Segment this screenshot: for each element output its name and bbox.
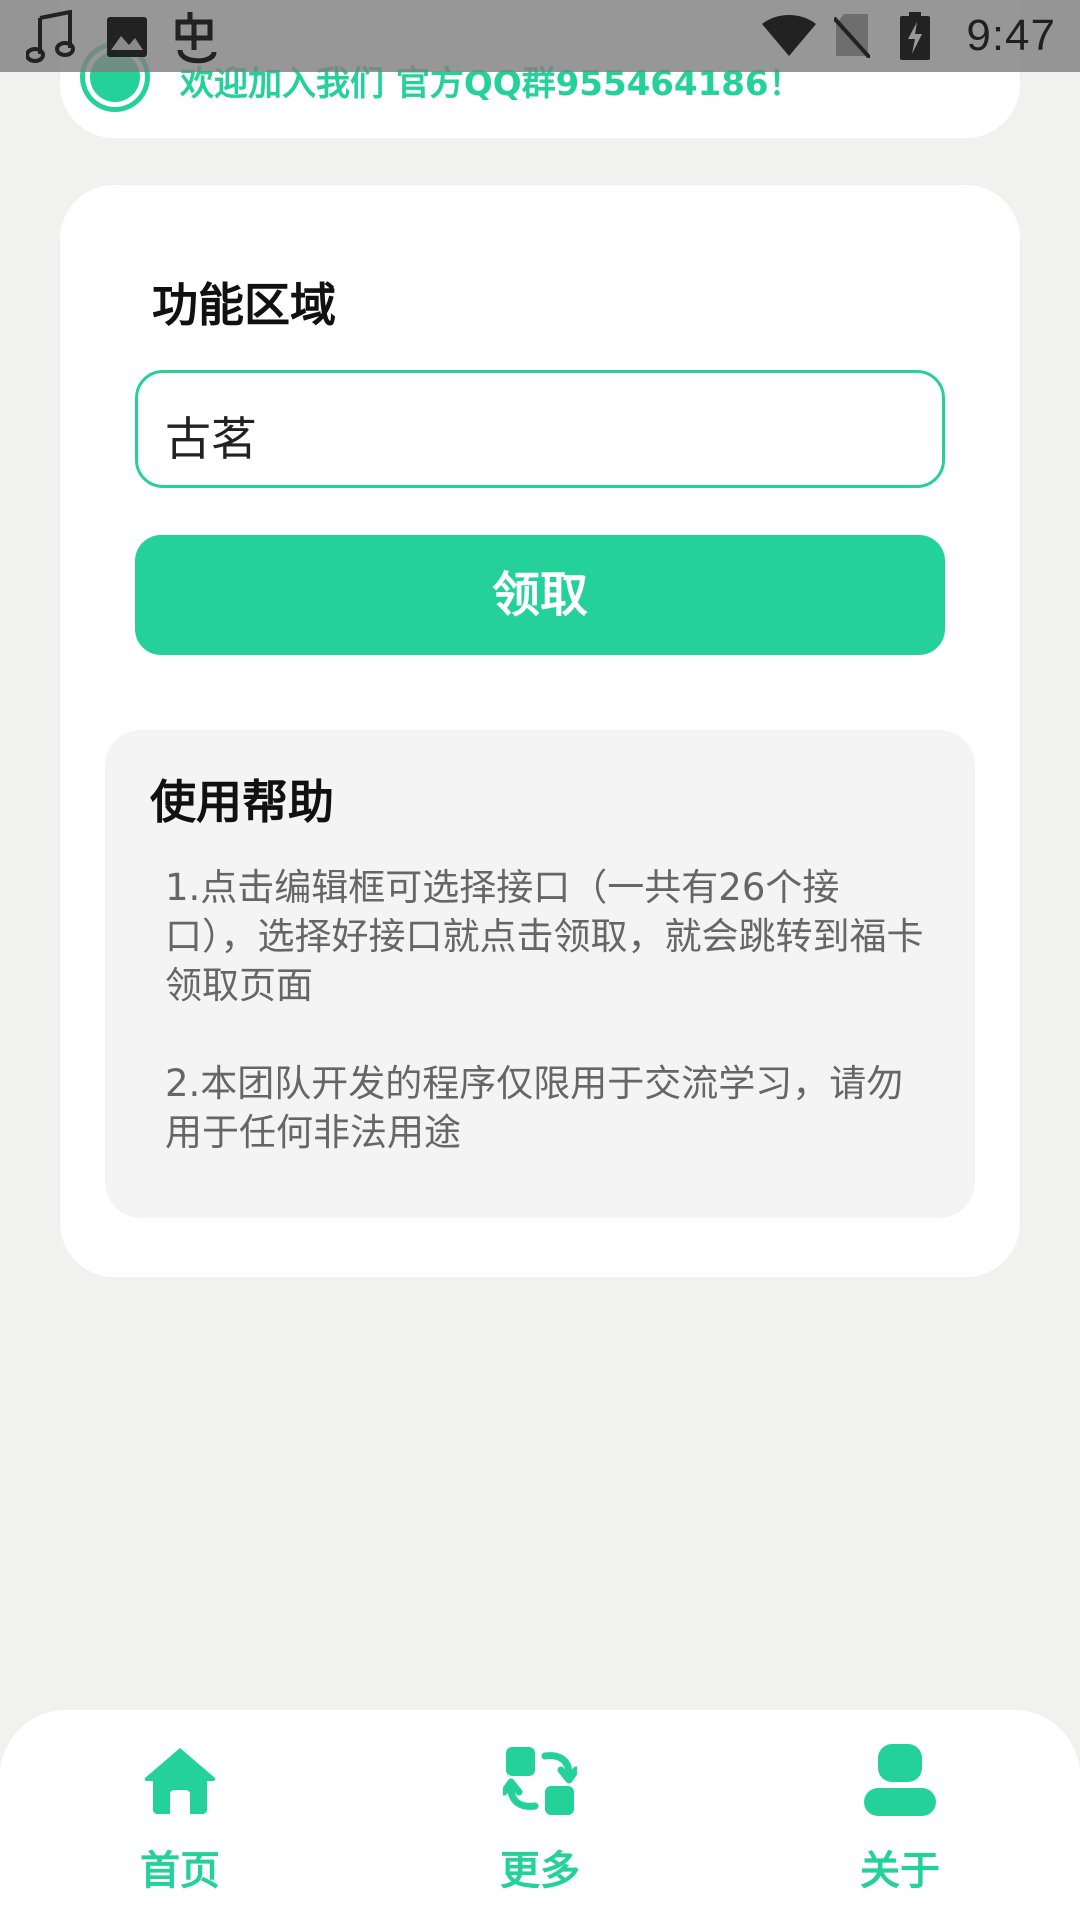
help-paragraph-2: 2.本团队开发的程序仅限用于交流学习，请勿用于任何非法用途 (165, 1062, 904, 1154)
api-input-value: 古茗 (165, 412, 257, 466)
nav-label-about: 关于 (860, 1848, 940, 1894)
bottom-nav: 首页 更多 关于 (0, 1710, 1080, 1920)
api-select-input[interactable]: 古茗 (135, 370, 945, 488)
nav-item-home[interactable]: 首页 (80, 1710, 280, 1920)
claim-button[interactable]: 领取 (135, 535, 945, 655)
wifi-icon (762, 15, 816, 56)
nav-label-more: 更多 (500, 1848, 580, 1894)
help-title: 使用帮助 (150, 775, 334, 829)
swap-icon (503, 1747, 577, 1815)
battery-charging-icon (900, 12, 930, 60)
app-notification-icon (175, 12, 217, 64)
function-area-title: 功能区域 (152, 278, 336, 332)
nav-item-about[interactable]: 关于 (800, 1710, 1000, 1920)
user-icon (864, 1744, 936, 1816)
help-box: 使用帮助 1.点击编辑框可选择接口（一共有26个接口），选择好接口就点击领取，就… (105, 730, 975, 1218)
nav-label-home: 首页 (140, 1848, 220, 1894)
status-bar: 9:47 (0, 0, 1080, 72)
image-icon (107, 17, 147, 57)
nav-item-more[interactable]: 更多 (440, 1710, 640, 1920)
home-icon (144, 1748, 216, 1814)
function-card: 功能区域 古茗 领取 使用帮助 1.点击编辑框可选择接口（一共有26个接口），选… (60, 185, 1020, 1277)
music-note-icon (26, 10, 75, 63)
help-paragraph-1: 1.点击编辑框可选择接口（一共有26个接口），选择好接口就点击领取，就会跳转到福… (165, 866, 924, 1007)
no-sim-icon (834, 14, 870, 58)
status-time: 9:47 (966, 11, 1056, 60)
